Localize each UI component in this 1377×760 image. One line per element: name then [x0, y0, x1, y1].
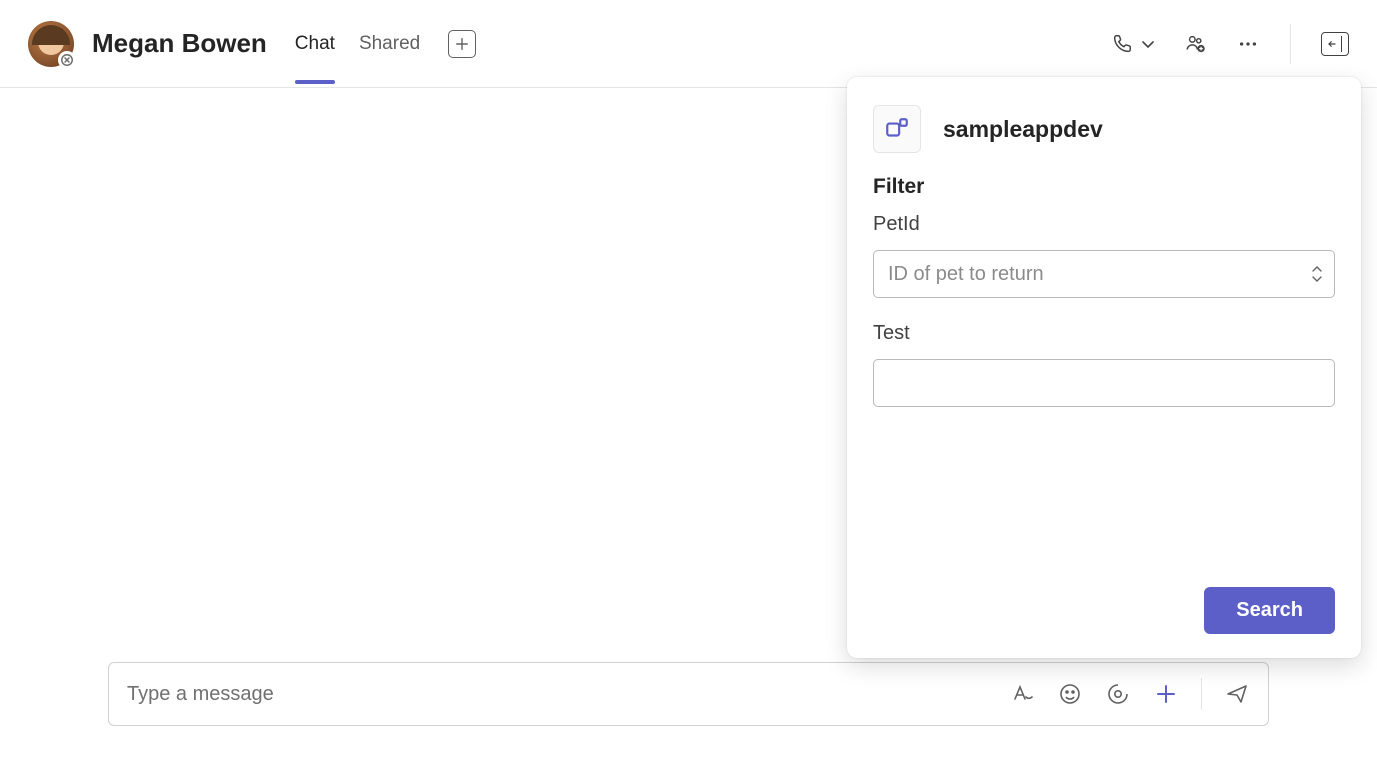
message-extension-popup: sampleappdev Filter PetId Test Search — [847, 77, 1361, 658]
format-button[interactable] — [1009, 681, 1035, 707]
add-people-button[interactable] — [1184, 32, 1208, 56]
filter-heading: Filter — [873, 175, 1335, 199]
chat-header: Megan Bowen Chat Shared — [0, 0, 1377, 88]
phone-icon — [1110, 32, 1134, 56]
send-button[interactable] — [1224, 681, 1250, 707]
loop-icon — [1106, 682, 1130, 706]
compose-bar — [108, 662, 1269, 726]
emoji-button[interactable] — [1057, 681, 1083, 707]
spinner-down-button[interactable] — [1311, 275, 1323, 283]
test-input[interactable] — [873, 359, 1335, 407]
search-button[interactable]: Search — [1204, 587, 1335, 634]
test-label: Test — [873, 322, 1335, 345]
app-icon — [873, 105, 921, 153]
header-tabs: Chat Shared — [295, 5, 476, 83]
message-input[interactable] — [127, 683, 997, 706]
loop-button[interactable] — [1105, 681, 1131, 707]
toggle-side-panel-button[interactable] — [1321, 32, 1349, 56]
number-spinner — [1300, 265, 1334, 283]
popup-header: sampleappdev — [873, 105, 1335, 153]
emoji-icon — [1058, 682, 1082, 706]
arrow-left-icon — [1326, 38, 1338, 50]
tab-shared[interactable]: Shared — [359, 5, 420, 83]
app-name: sampleappdev — [943, 116, 1103, 143]
compose-actions — [1009, 678, 1250, 710]
tab-chat[interactable]: Chat — [295, 5, 335, 83]
call-button[interactable] — [1110, 32, 1156, 56]
header-actions — [1110, 24, 1349, 64]
people-add-icon — [1185, 33, 1207, 55]
petid-input[interactable] — [874, 263, 1300, 286]
spinner-up-button[interactable] — [1311, 265, 1323, 273]
presence-offline-icon — [58, 51, 76, 69]
more-options-button[interactable] — [1236, 32, 1260, 56]
app-logo-icon — [884, 116, 910, 142]
more-horizontal-icon — [1237, 33, 1259, 55]
chevron-down-icon — [1140, 32, 1156, 56]
vertical-divider — [1201, 678, 1202, 710]
format-text-icon — [1010, 682, 1034, 706]
plus-icon — [1154, 682, 1178, 706]
vertical-divider — [1290, 24, 1291, 64]
popup-footer: Search — [873, 587, 1335, 634]
petid-label: PetId — [873, 213, 1335, 236]
contact-avatar[interactable] — [28, 21, 74, 67]
petid-input-wrap — [873, 250, 1335, 298]
send-icon — [1225, 682, 1249, 706]
plus-icon — [455, 37, 469, 51]
actions-button[interactable] — [1153, 681, 1179, 707]
contact-name: Megan Bowen — [92, 28, 267, 59]
add-tab-button[interactable] — [448, 30, 476, 58]
